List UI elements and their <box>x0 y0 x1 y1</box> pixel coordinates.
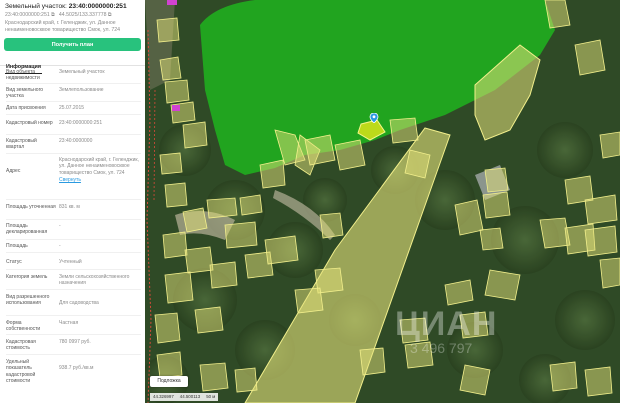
info-label: Вид разрешенного использования <box>6 294 50 307</box>
info-value: Для садоводства <box>59 300 99 307</box>
panel-header: Земельный участок: 23:40:0000000:251 23:… <box>0 0 145 33</box>
info-label: Категория земель <box>6 274 48 281</box>
info-value: Учтенный <box>59 259 82 266</box>
layers-button[interactable]: Подложка <box>150 376 188 387</box>
info-value: Земельный участок <box>59 69 105 76</box>
info-value: Частная <box>59 320 79 327</box>
info-row: Дата присвоения 25.07.2015 <box>6 102 141 116</box>
poi-marker <box>167 0 177 5</box>
info-value: Землепользование <box>59 87 104 94</box>
info-value: - <box>59 223 61 230</box>
parcel-title-prefix: Земельный участок: <box>5 3 67 10</box>
info-panel: Земельный участок: 23:40:0000000:251 23:… <box>0 0 145 403</box>
info-label: Кадастровый номер <box>6 120 53 127</box>
address-summary: Краснодарский край, г. Геленджик, ул. Да… <box>5 20 121 33</box>
coords-row: 23:40:0000000:251 ⧉ 44.5025/133.337778 ⧉ <box>5 11 140 19</box>
info-label: Кадастровый квартал <box>6 138 37 151</box>
map-canvas[interactable] <box>145 0 620 403</box>
info-row: Площадь декларированная - <box>6 220 141 241</box>
info-row: Статус Учтенный <box>6 253 141 271</box>
tabs: Информация <box>0 55 145 75</box>
watermark: ЦИАН <box>395 305 498 343</box>
poi-marker <box>172 105 180 111</box>
info-value: 23:40:0000000:251 <box>59 120 103 127</box>
scale-right: 50 м <box>206 394 216 399</box>
info-label: Кадастровая стоимость <box>6 339 36 352</box>
collapse-link[interactable]: Свернуть <box>59 177 141 183</box>
info-label: Дата присвоения <box>6 105 46 112</box>
info-row: Площадь уточненная 831 кв. м <box>6 200 141 221</box>
watermark-subtext: 3 496 797 <box>410 340 473 356</box>
info-value: Краснодарский край, г. Геленджик, ул. Да… <box>56 157 141 183</box>
info-row: Адрес Краснодарский край, г. Геленджик, … <box>6 154 141 201</box>
parcel-title: Земельный участок: 23:40:0000000:251 <box>5 2 140 11</box>
info-table: Вид объекта недвижимости Земельный участ… <box>0 66 145 384</box>
parcel-number: 23:40:0000000:251 <box>68 3 127 10</box>
get-plan-button[interactable]: Получить план <box>4 38 141 52</box>
info-label: Адрес <box>6 168 21 175</box>
info-row: Вид объекта недвижимости Земельный участ… <box>6 66 141 85</box>
info-label: Форма собственности <box>6 320 41 333</box>
address-value: Краснодарский край, г. Геленджик, ул. Да… <box>59 157 139 176</box>
location-pin-icon[interactable] <box>369 113 379 123</box>
info-label: Площадь уточненная <box>6 204 56 211</box>
info-row: Кадастровая стоимость 780 0997 руб. <box>6 335 141 356</box>
info-label: Статус <box>6 259 22 266</box>
scale-bar: 44.326997 44.500113 50 м <box>150 393 219 401</box>
cadastral-map[interactable] <box>145 0 620 403</box>
scale-mid: 44.500113 <box>179 394 201 399</box>
info-value: 25.07.2015 <box>59 105 85 112</box>
info-value: 780 0997 руб. <box>59 339 91 346</box>
info-row: Кадастровый номер 23:40:0000000:251 <box>6 115 141 136</box>
info-label: Вид объекта недвижимости <box>6 69 40 82</box>
copy-coords-link[interactable]: 44.5025/133.337778 ⧉ <box>59 11 112 19</box>
info-label: Вид земельного участка <box>6 87 44 100</box>
info-label: Площадь декларированная <box>6 223 48 236</box>
info-row: Категория земель Земли сельскохозяйствен… <box>6 270 141 291</box>
info-row: Площадь - <box>6 240 141 254</box>
info-value: - <box>59 243 61 250</box>
info-row: Форма собственности Частная <box>6 316 141 336</box>
info-value: Земли сельскохозяйственного назначения <box>59 274 130 287</box>
info-row: Кадастровый квартал 23:40:0000000 <box>6 135 141 155</box>
info-label: Удельный показатель кадастровой стоимост… <box>6 359 36 384</box>
info-label: Площадь <box>6 243 28 250</box>
info-value: 23:40:0000000 <box>59 138 93 145</box>
scale-left: 44.326997 <box>153 394 174 399</box>
info-value: 831 кв. м <box>59 204 80 211</box>
info-row: Вид земельного участка Землепользование <box>6 84 141 103</box>
copy-cadastral-link[interactable]: 23:40:0000000:251 ⧉ <box>5 11 55 19</box>
info-value: 938.7 руб./кв.м <box>59 365 94 372</box>
info-row: Удельный показатель кадастровой стоимост… <box>6 355 141 384</box>
info-row: Вид разрешенного использования Для садов… <box>6 290 141 317</box>
